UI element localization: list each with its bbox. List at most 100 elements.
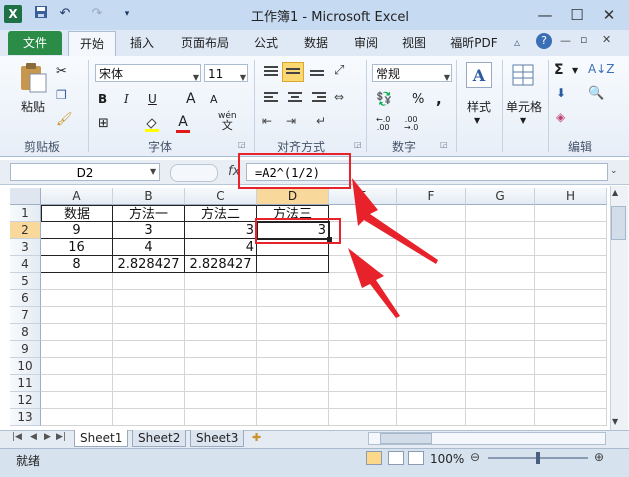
cell-h11[interactable] <box>535 375 607 392</box>
cells-button[interactable]: 单元格 <box>502 98 546 115</box>
cell-g1[interactable] <box>466 205 535 222</box>
align-left-icon[interactable] <box>262 90 280 106</box>
row-header-10[interactable]: 10 <box>10 358 41 375</box>
workbook-restore-icon[interactable]: ▫ <box>580 33 587 46</box>
column-header-g[interactable]: G <box>466 188 535 205</box>
cell-g13[interactable] <box>466 409 535 426</box>
accounting-format-icon[interactable]: 💱 <box>376 92 392 107</box>
name-box-dropdown-icon[interactable]: ▼ <box>150 167 156 176</box>
cell-b2[interactable]: 3 <box>113 222 185 239</box>
row-header-9[interactable]: 9 <box>10 341 41 358</box>
cell-b3[interactable]: 4 <box>113 239 185 256</box>
cell-d7[interactable] <box>257 307 329 324</box>
cell-b10[interactable] <box>113 358 185 375</box>
cell-a1[interactable]: 数据 <box>41 205 113 222</box>
cell-b7[interactable] <box>113 307 185 324</box>
cell-h6[interactable] <box>535 290 607 307</box>
cell-g10[interactable] <box>466 358 535 375</box>
cell-a3[interactable]: 16 <box>41 239 113 256</box>
font-size-select[interactable]: 11 ▼ <box>204 64 248 82</box>
cell-g12[interactable] <box>466 392 535 409</box>
underline-button[interactable]: U <box>148 92 157 106</box>
tab-home[interactable]: 开始 <box>68 31 116 56</box>
sheet-tab-1[interactable]: Sheet1 <box>74 430 129 447</box>
row-header-13[interactable]: 13 <box>10 409 41 426</box>
column-header-h[interactable]: H <box>535 188 607 205</box>
cell-b9[interactable] <box>113 341 185 358</box>
row-header-1[interactable]: 1 <box>10 205 41 222</box>
page-layout-view-icon[interactable] <box>388 451 404 465</box>
align-right-icon[interactable] <box>310 90 328 106</box>
cell-c9[interactable] <box>185 341 257 358</box>
cell-g9[interactable] <box>466 341 535 358</box>
last-sheet-icon[interactable]: ▶| <box>56 432 66 442</box>
cell-d12[interactable] <box>257 392 329 409</box>
column-header-d[interactable]: D <box>257 188 329 205</box>
cell-a6[interactable] <box>41 290 113 307</box>
fill-icon[interactable]: ⬇ <box>556 86 566 100</box>
cell-a2[interactable]: 9 <box>41 222 113 239</box>
cell-a9[interactable] <box>41 341 113 358</box>
phonetic-guide-button[interactable]: wén 文 <box>218 112 237 132</box>
increase-decimal-icon[interactable]: ←.0.00 <box>376 116 390 132</box>
cell-f10[interactable] <box>397 358 466 375</box>
styles-button[interactable]: 样式 <box>462 98 496 115</box>
sort-filter-icon[interactable]: A↓Z <box>588 62 614 76</box>
cell-a11[interactable] <box>41 375 113 392</box>
qat-customize-icon[interactable]: ▾ <box>118 5 136 23</box>
paste-icon[interactable] <box>18 62 48 94</box>
name-box[interactable]: D2 <box>10 163 160 181</box>
format-painter-icon[interactable]: 🖌 <box>56 112 73 127</box>
redo-icon[interactable]: ↷ <box>88 5 106 23</box>
font-name-select[interactable]: 宋体 ▼ <box>95 64 201 82</box>
cell-b6[interactable] <box>113 290 185 307</box>
cell-e12[interactable] <box>329 392 397 409</box>
close-button[interactable]: ✕ <box>594 4 624 26</box>
cell-b5[interactable] <box>113 273 185 290</box>
workbook-minimize-icon[interactable]: — <box>560 34 571 47</box>
autosum-button[interactable]: Σ <box>554 62 564 78</box>
row-header-3[interactable]: 3 <box>10 239 41 256</box>
cell-e10[interactable] <box>329 358 397 375</box>
align-bottom-icon[interactable] <box>308 64 326 80</box>
cell-c4[interactable]: 2.828427 <box>185 256 257 273</box>
percent-style-button[interactable]: % <box>412 92 424 107</box>
cell-g3[interactable] <box>466 239 535 256</box>
page-break-view-icon[interactable] <box>408 451 424 465</box>
cell-c13[interactable] <box>185 409 257 426</box>
cell-f9[interactable] <box>397 341 466 358</box>
cell-h5[interactable] <box>535 273 607 290</box>
cell-b13[interactable] <box>113 409 185 426</box>
cell-b8[interactable] <box>113 324 185 341</box>
decrease-indent-icon[interactable]: ⇤ <box>262 114 272 128</box>
sheet-tab-3[interactable]: Sheet3 <box>190 430 245 447</box>
prev-sheet-icon[interactable]: ◀ <box>30 432 37 442</box>
clear-icon[interactable]: ◈ <box>556 110 565 124</box>
cell-f11[interactable] <box>397 375 466 392</box>
cell-d5[interactable] <box>257 273 329 290</box>
cell-a8[interactable] <box>41 324 113 341</box>
grow-font-button[interactable]: A <box>186 91 196 107</box>
cell-c2[interactable]: 3 <box>185 222 257 239</box>
autosum-dropdown-icon[interactable]: ▼ <box>572 66 578 75</box>
cell-h12[interactable] <box>535 392 607 409</box>
cell-f8[interactable] <box>397 324 466 341</box>
cell-h7[interactable] <box>535 307 607 324</box>
row-header-12[interactable]: 12 <box>10 392 41 409</box>
cell-a12[interactable] <box>41 392 113 409</box>
tab-view[interactable]: 视图 <box>396 31 432 55</box>
cell-h8[interactable] <box>535 324 607 341</box>
column-header-c[interactable]: C <box>185 188 257 205</box>
zoom-in-icon[interactable]: ⊕ <box>594 450 604 464</box>
cell-d10[interactable] <box>257 358 329 375</box>
italic-button[interactable]: I <box>124 92 129 106</box>
cell-c3[interactable]: 4 <box>185 239 257 256</box>
row-header-6[interactable]: 6 <box>10 290 41 307</box>
alignment-dialog-launcher-icon[interactable]: ◲ <box>354 140 362 149</box>
tab-data[interactable]: 数据 <box>298 31 334 55</box>
minimize-button[interactable]: — <box>530 4 560 26</box>
cell-g4[interactable] <box>466 256 535 273</box>
styles-icon[interactable]: A <box>466 62 492 88</box>
workbook-close-icon[interactable]: ✕ <box>602 33 611 46</box>
cell-c10[interactable] <box>185 358 257 375</box>
